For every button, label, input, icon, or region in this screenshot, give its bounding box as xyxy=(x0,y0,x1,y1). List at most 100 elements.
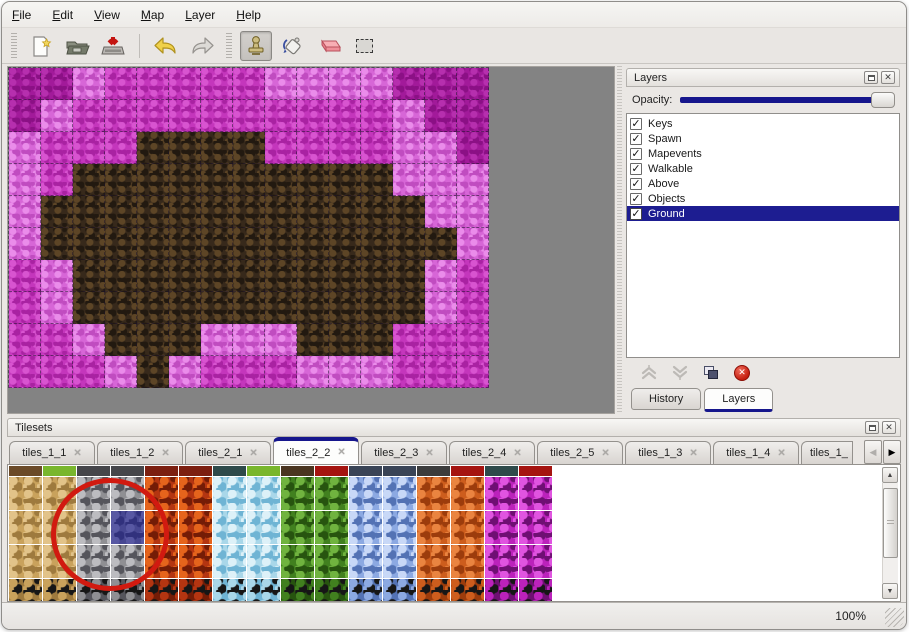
panel-splitter[interactable] xyxy=(615,66,624,414)
map-tile[interactable] xyxy=(137,356,169,388)
map-tile[interactable] xyxy=(105,132,137,164)
map-tile[interactable] xyxy=(201,68,233,100)
tileset-tile[interactable] xyxy=(179,579,212,602)
tileset-tile[interactable] xyxy=(77,477,110,510)
tileset-tile[interactable] xyxy=(315,466,348,476)
map-tile[interactable] xyxy=(329,324,361,356)
tileset-tile[interactable] xyxy=(9,477,42,510)
map-tile[interactable] xyxy=(201,292,233,324)
new-file-button[interactable] xyxy=(25,31,57,61)
map-tile[interactable] xyxy=(297,260,329,292)
layer-row-walkable[interactable]: ✓Walkable xyxy=(627,161,899,176)
menu-file[interactable]: File xyxy=(12,8,31,22)
map-tile[interactable] xyxy=(105,292,137,324)
tab-layers[interactable]: Layers xyxy=(704,388,773,412)
map-tile[interactable] xyxy=(329,68,361,100)
tileset-tile[interactable] xyxy=(179,511,212,544)
map-tile[interactable] xyxy=(457,292,489,324)
map-tile[interactable] xyxy=(329,292,361,324)
layer-visibility-checkbox[interactable]: ✓ xyxy=(630,193,642,205)
menu-layer[interactable]: Layer xyxy=(185,8,215,22)
tileset-tile[interactable] xyxy=(179,477,212,510)
map-tile[interactable] xyxy=(9,356,41,388)
map-tile[interactable] xyxy=(41,68,73,100)
tileset-tile[interactable] xyxy=(451,579,484,602)
tileset-tile[interactable] xyxy=(451,545,484,578)
tab-close-icon[interactable]: ✕ xyxy=(513,448,521,459)
tileset-tab-tiles_1_4[interactable]: tiles_1_4✕ xyxy=(713,441,799,464)
tileset-tab-tiles_2_2[interactable]: tiles_2_2✕ xyxy=(273,437,359,464)
tileset-tile[interactable] xyxy=(111,466,144,476)
map-tile[interactable] xyxy=(425,292,457,324)
tileset-tile[interactable] xyxy=(349,466,382,476)
tileset-tile[interactable] xyxy=(383,477,416,510)
map-tile[interactable] xyxy=(329,100,361,132)
scroll-up-button[interactable]: ▲ xyxy=(882,467,898,483)
map-tile[interactable] xyxy=(169,132,201,164)
map-tile[interactable] xyxy=(201,228,233,260)
map-tile[interactable] xyxy=(265,356,297,388)
map-tile[interactable] xyxy=(137,196,169,228)
map-tile[interactable] xyxy=(361,228,393,260)
map-tile[interactable] xyxy=(201,100,233,132)
layer-row-spawn[interactable]: ✓Spawn xyxy=(627,131,899,146)
map-tile[interactable] xyxy=(425,260,457,292)
map-tile[interactable] xyxy=(297,228,329,260)
tab-close-icon[interactable]: ✕ xyxy=(73,448,81,459)
map-tile[interactable] xyxy=(233,196,265,228)
map-tile[interactable] xyxy=(169,68,201,100)
map-tile[interactable] xyxy=(201,324,233,356)
tileset-tile[interactable] xyxy=(77,579,110,602)
map-tile[interactable] xyxy=(41,260,73,292)
tileset-tile[interactable] xyxy=(417,579,450,602)
map-tile[interactable] xyxy=(169,164,201,196)
tileset-tile[interactable] xyxy=(213,545,246,578)
tileset-tile[interactable] xyxy=(145,511,178,544)
map-tile[interactable] xyxy=(457,132,489,164)
map-tile[interactable] xyxy=(137,292,169,324)
map-tile[interactable] xyxy=(329,164,361,196)
tileset-tile[interactable] xyxy=(281,545,314,578)
map-tile[interactable] xyxy=(9,132,41,164)
toolbar-drag-handle[interactable] xyxy=(11,33,17,59)
map-canvas[interactable] xyxy=(7,66,615,414)
tileset-tile[interactable] xyxy=(145,579,178,602)
rect-select-tool-button[interactable] xyxy=(348,31,380,61)
layer-visibility-checkbox[interactable]: ✓ xyxy=(630,208,642,220)
map-tile[interactable] xyxy=(105,356,137,388)
map-tile[interactable] xyxy=(425,164,457,196)
tileset-tab-tiles_1_3[interactable]: tiles_1_3✕ xyxy=(625,441,711,464)
map-tile[interactable] xyxy=(297,324,329,356)
map-tile[interactable] xyxy=(297,164,329,196)
layer-row-above[interactable]: ✓Above xyxy=(627,176,899,191)
tileset-tile[interactable] xyxy=(485,579,518,602)
tileset-tile[interactable] xyxy=(383,579,416,602)
layer-visibility-checkbox[interactable]: ✓ xyxy=(630,178,642,190)
map-tile[interactable] xyxy=(137,68,169,100)
tileset-tile[interactable] xyxy=(519,579,552,602)
tileset-tile[interactable] xyxy=(9,511,42,544)
map-tile[interactable] xyxy=(9,196,41,228)
map-tile[interactable] xyxy=(393,68,425,100)
map-tile[interactable] xyxy=(105,228,137,260)
map-tile[interactable] xyxy=(201,196,233,228)
map-tile[interactable] xyxy=(329,228,361,260)
map-tile[interactable] xyxy=(265,196,297,228)
tab-close-icon[interactable]: ✕ xyxy=(249,448,257,459)
map-tile[interactable] xyxy=(361,324,393,356)
tileset-tile[interactable] xyxy=(349,511,382,544)
map-tile[interactable] xyxy=(41,100,73,132)
map-tile[interactable] xyxy=(9,100,41,132)
map-tile[interactable] xyxy=(73,100,105,132)
float-panel-button[interactable] xyxy=(864,71,878,84)
map-tile[interactable] xyxy=(361,260,393,292)
tileset-tab-tiles_2_3[interactable]: tiles_2_3✕ xyxy=(361,441,447,464)
map-tile[interactable] xyxy=(201,132,233,164)
tileset-tile[interactable] xyxy=(315,579,348,602)
tileset-tile[interactable] xyxy=(43,466,76,476)
layer-visibility-checkbox[interactable]: ✓ xyxy=(630,133,642,145)
map-tile[interactable] xyxy=(425,228,457,260)
tileset-tile[interactable] xyxy=(77,511,110,544)
tileset-tile[interactable] xyxy=(213,579,246,602)
map-tile[interactable] xyxy=(393,324,425,356)
